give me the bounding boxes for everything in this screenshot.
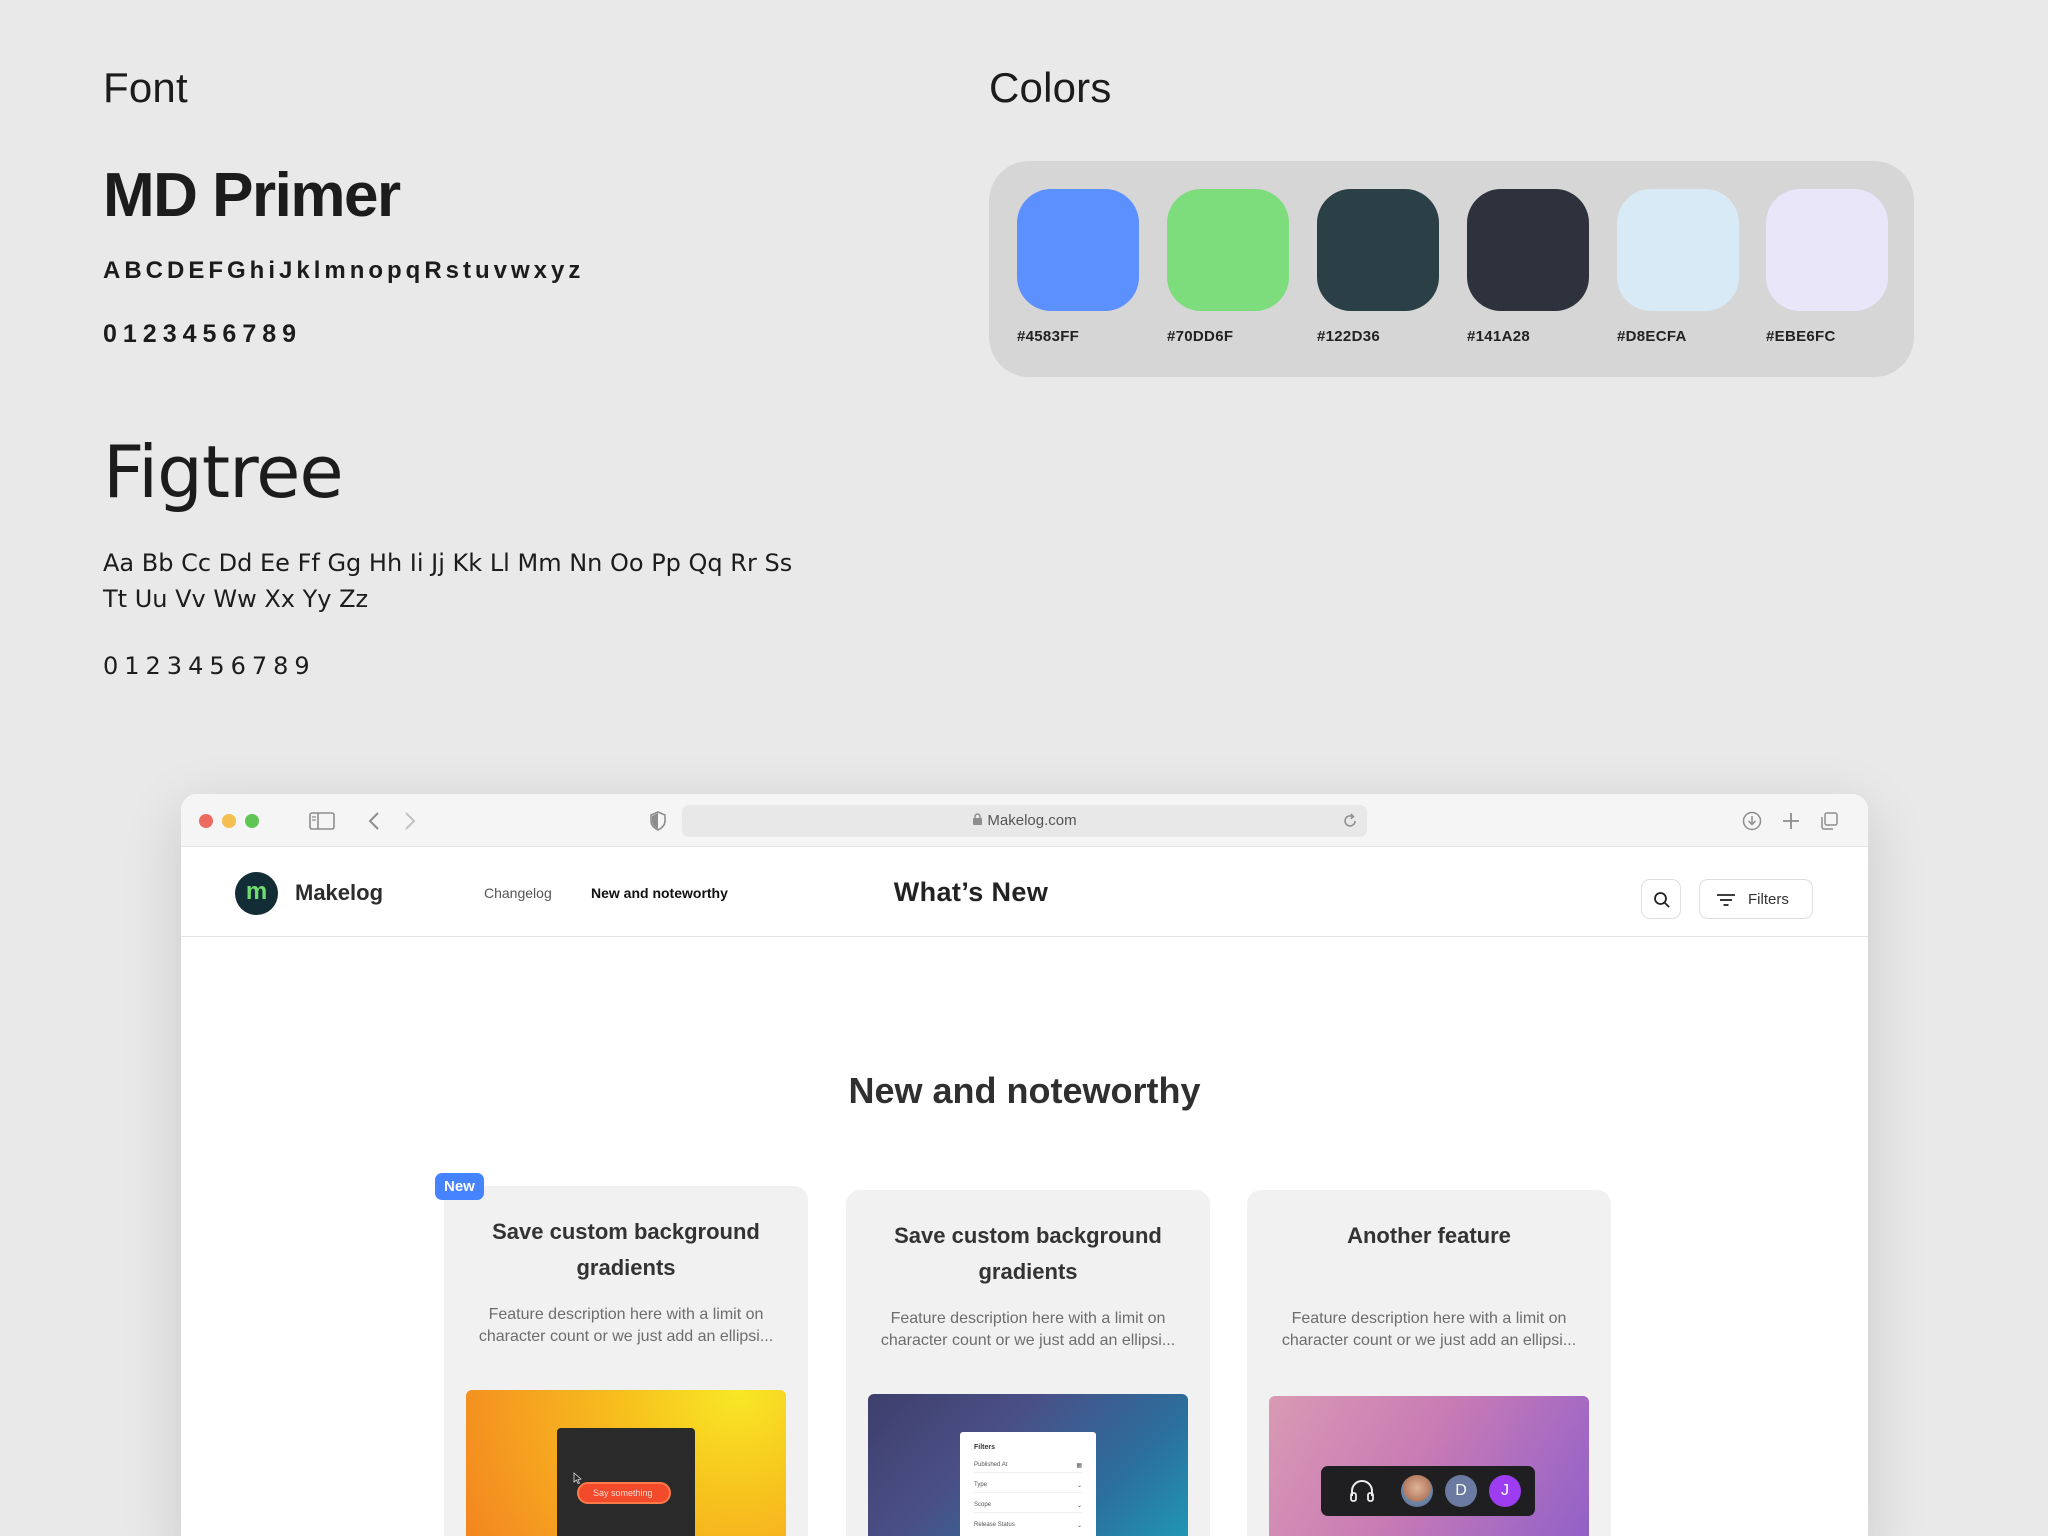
avatar: J — [1489, 1475, 1521, 1507]
color-swatch-label: #141A28 — [1467, 328, 1530, 345]
download-icon[interactable] — [1742, 811, 1762, 831]
avatar — [1401, 1475, 1433, 1507]
color-swatch-label: #D8ECFA — [1617, 328, 1687, 345]
url-text: Makelog.com — [987, 812, 1077, 829]
cursor-icon — [573, 1472, 582, 1484]
preview-filters-heading: Filters — [974, 1444, 996, 1451]
calendar-icon: ▦ — [1076, 1463, 1082, 1469]
preview-filter-row-label: Release Status — [974, 1522, 1015, 1528]
font-figtree-alphabet: Aa Bb Cc Dd Ee Ff Gg Hh Ii Jj Kk Ll Mm N… — [103, 549, 793, 613]
feature-card-description: Feature description here with a limit on… — [478, 1306, 774, 1345]
feature-card-preview: Say something — [466, 1390, 786, 1536]
font-primer-alphabet: ABCDEFGhiJklmnopqRstuvwxyz — [103, 257, 585, 284]
lock-icon — [973, 813, 983, 825]
feature-card[interactable]: Another feature Feature description here… — [1247, 1190, 1611, 1536]
color-swatch — [1766, 189, 1888, 311]
nav-link-new-and-noteworthy[interactable]: New and noteworthy — [591, 885, 728, 901]
new-tab-icon[interactable] — [1781, 811, 1801, 831]
feature-card[interactable]: Save custom background gradients Feature… — [444, 1186, 808, 1536]
section-heading: New and noteworthy — [848, 1070, 1201, 1111]
preview-filter-row-label: Type — [974, 1482, 988, 1488]
preview-say-something-button: Say something — [577, 1482, 671, 1504]
chevron-down-icon: ⌄ — [1076, 1523, 1082, 1529]
preview-filter-row-label: Scope — [974, 1502, 992, 1508]
close-window-button[interactable] — [199, 814, 213, 828]
site-header: m Makelog Changelog New and noteworthy W… — [181, 847, 1868, 937]
font-primer-name: MD Primer — [103, 161, 401, 230]
color-swatch-panel: #4583FF #70DD6F #122D36 #141A28 #D8ECFA … — [989, 161, 1914, 377]
chevron-down-icon: ⌄ — [1076, 1503, 1082, 1509]
filters-label: Filters — [1748, 891, 1789, 908]
color-swatch — [1317, 189, 1439, 311]
address-bar-url: Makelog.com — [682, 812, 1367, 829]
new-badge: New — [435, 1173, 484, 1200]
color-swatch — [1167, 189, 1289, 311]
browser-window: Makelog.com m Makelog Changelog New and … — [181, 794, 1868, 1536]
feature-card-title: Save custom background gradients — [492, 1219, 760, 1280]
filters-button[interactable]: Filters — [1699, 879, 1813, 919]
forward-arrow-icon[interactable] — [403, 811, 417, 831]
brand-name[interactable]: Makelog — [295, 880, 383, 906]
preview-filter-row: Release Status ⌄ — [974, 1519, 1082, 1532]
headphones-icon — [1350, 1480, 1374, 1502]
preview-filters-panel: Filters Published At ▦ Type ⌄ Scope ⌄ Relea… — [960, 1432, 1096, 1536]
feature-card-title: Save custom background gradients — [894, 1223, 1162, 1284]
minimize-window-button[interactable] — [222, 814, 236, 828]
search-icon — [1654, 892, 1670, 908]
makelog-logo[interactable]: m — [235, 872, 278, 915]
browser-toolbar: Makelog.com — [181, 794, 1868, 847]
color-swatch — [1617, 189, 1739, 311]
font-figtree-name: Figtree — [103, 430, 344, 514]
preview-dark-panel: Say something — [557, 1428, 695, 1536]
address-bar[interactable]: Makelog.com — [682, 805, 1367, 837]
feature-card-preview: Filters Published At ▦ Type ⌄ Scope ⌄ Relea… — [868, 1394, 1188, 1536]
preview-call-bar: D J — [1321, 1466, 1535, 1516]
feature-card[interactable]: Save custom background gradients Feature… — [846, 1190, 1210, 1536]
search-button[interactable] — [1641, 879, 1681, 919]
colors-section-heading: Colors — [989, 64, 1112, 111]
font-primer-digits: 0123456789 — [103, 320, 303, 348]
color-swatch — [1017, 189, 1139, 311]
color-swatch-label: #4583FF — [1017, 328, 1080, 345]
filter-icon — [1717, 894, 1735, 906]
tab-overview-icon[interactable] — [1819, 811, 1839, 831]
color-swatch-label: #122D36 — [1317, 328, 1380, 345]
chevron-down-icon: ⌄ — [1076, 1483, 1082, 1489]
font-section-heading: Font — [103, 64, 188, 111]
page-title: What’s New — [893, 877, 1049, 907]
sidebar-toggle-icon[interactable] — [309, 812, 335, 830]
back-arrow-icon[interactable] — [367, 811, 381, 831]
preview-filter-row: Published At ▦ — [974, 1459, 1082, 1473]
reload-icon[interactable] — [1342, 813, 1358, 829]
preview-filter-row: Type ⌄ — [974, 1479, 1082, 1493]
font-figtree-digits: 0123456789 — [103, 652, 316, 680]
shield-icon[interactable] — [649, 811, 667, 831]
maximize-window-button[interactable] — [245, 814, 259, 828]
color-swatch-label: #EBE6FC — [1766, 328, 1836, 345]
color-swatch-label: #70DD6F — [1167, 328, 1234, 345]
feature-card-description: Feature description here with a limit on… — [880, 1310, 1176, 1349]
feature-card-title: Another feature — [1347, 1223, 1511, 1248]
nav-link-changelog[interactable]: Changelog — [484, 885, 552, 901]
preview-filter-row-label: Published At — [974, 1462, 1008, 1468]
feature-card-preview: D J — [1269, 1396, 1589, 1536]
avatar: D — [1445, 1475, 1477, 1507]
preview-button-label: Say something — [593, 1488, 653, 1498]
color-swatch — [1467, 189, 1589, 311]
preview-filter-row: Scope ⌄ — [974, 1499, 1082, 1513]
feature-card-description: Feature description here with a limit on… — [1281, 1310, 1577, 1349]
